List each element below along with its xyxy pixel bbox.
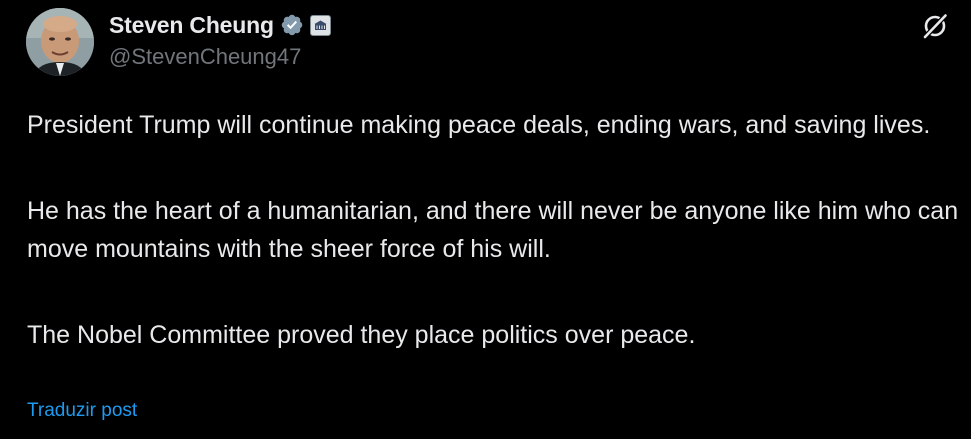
author-handle[interactable]: @StevenCheung47 (109, 44, 301, 70)
grok-icon[interactable] (921, 12, 949, 40)
affiliate-seal-glyph (314, 20, 327, 30)
author-display-name[interactable]: Steven Cheung (109, 12, 274, 39)
avatar[interactable] (26, 8, 94, 76)
tweet-card: Steven Cheung @StevenCheung47 President … (0, 0, 971, 439)
white-house-seal-icon[interactable] (309, 14, 331, 36)
post-paragraph: President Trump will continue making pea… (27, 111, 931, 139)
post-paragraph: He has the heart of a humanitarian, and … (27, 197, 959, 263)
author-name-row: Steven Cheung (109, 9, 331, 41)
post-text: President Trump will continue making pea… (27, 106, 962, 354)
avatar-image (26, 8, 94, 76)
verified-badge-icon[interactable] (280, 13, 304, 37)
post-paragraph: The Nobel Committee proved they place po… (27, 321, 696, 349)
translate-post-link[interactable]: Traduzir post (27, 400, 137, 422)
